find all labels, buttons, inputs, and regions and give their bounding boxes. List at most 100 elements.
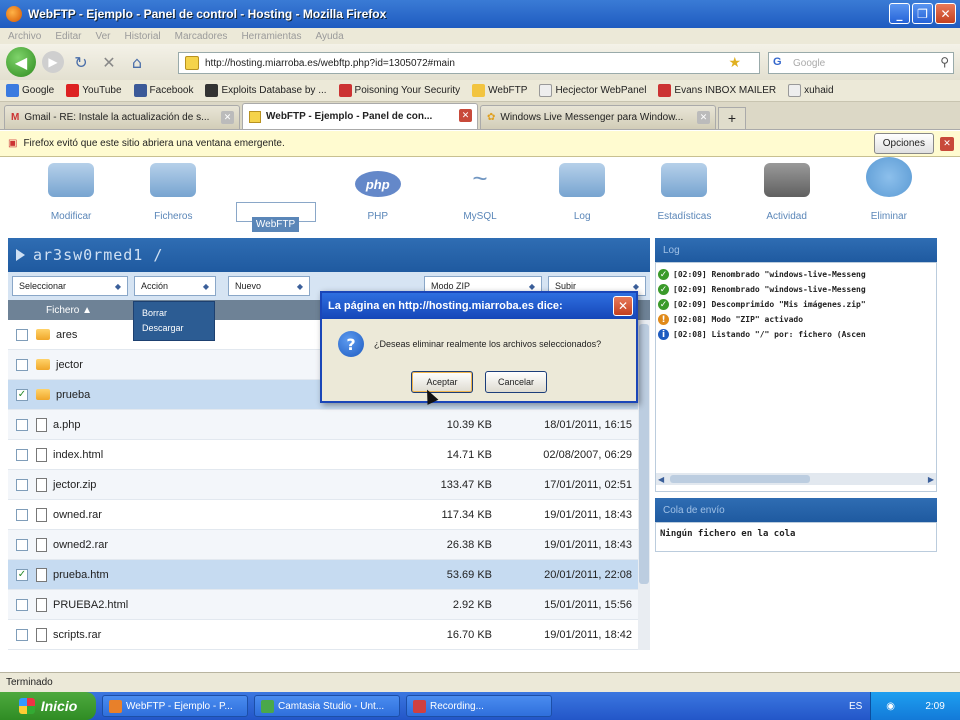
table-row[interactable]: jector.zip 133.47 KB 17/01/2011, 02:51 xyxy=(8,470,650,500)
tool-php[interactable]: php PHP xyxy=(338,171,418,222)
menu-herramientas[interactable]: Herramientas xyxy=(241,31,301,42)
google-search-icon[interactable]: G xyxy=(773,56,782,68)
menu-marcadores[interactable]: Marcadores xyxy=(175,31,228,42)
close-window-button[interactable]: ✕ xyxy=(935,3,956,24)
tab-gmail[interactable]: M Gmail - RE: Instale la actualización de… xyxy=(4,105,240,129)
action-menu-descargar[interactable]: Descargar xyxy=(142,321,206,336)
file-name[interactable]: owned.rar xyxy=(53,509,353,521)
log-horizontal-scrollbar[interactable]: ◀ ▶ xyxy=(656,473,936,485)
menu-ayuda[interactable]: Ayuda xyxy=(315,31,343,42)
file-name[interactable]: jector xyxy=(56,359,356,371)
file-name[interactable]: owned2.rar xyxy=(53,539,353,551)
scrollbar-thumb[interactable] xyxy=(670,475,810,483)
close-tab-icon[interactable]: ✕ xyxy=(221,111,234,124)
tool-webftp[interactable]: WebFTP xyxy=(235,202,316,232)
menu-editar[interactable]: Editar xyxy=(55,31,81,42)
taskbar-item-firefox[interactable]: WebFTP - Ejemplo - P... xyxy=(102,695,248,717)
row-checkbox[interactable] xyxy=(16,448,28,461)
dialog-close-button[interactable]: ✕ xyxy=(613,296,633,316)
row-checkbox[interactable] xyxy=(16,418,28,431)
file-name[interactable]: index.html xyxy=(53,449,353,461)
start-button[interactable]: Inicio xyxy=(0,692,96,720)
scroll-left-icon[interactable]: ◀ xyxy=(658,475,664,484)
tool-log[interactable]: Log xyxy=(542,163,622,222)
bookmark-evans-inbox[interactable]: Evans INBOX MAILER xyxy=(658,84,776,97)
file-name[interactable]: prueba xyxy=(56,389,356,401)
minimize-button[interactable]: _ xyxy=(889,3,910,24)
new-dropdown[interactable]: Nuevo ◆ xyxy=(228,276,310,296)
row-checkbox[interactable] xyxy=(16,328,28,341)
tab-webftp[interactable]: WebFTP - Ejemplo - Panel de con... ✕ xyxy=(242,103,478,129)
row-checkbox[interactable]: ✓ xyxy=(16,388,28,401)
cancel-button[interactable]: Cancelar xyxy=(485,371,547,393)
menu-historial[interactable]: Historial xyxy=(125,31,161,42)
row-checkbox[interactable] xyxy=(16,358,28,371)
close-tab-icon[interactable]: ✕ xyxy=(697,111,710,124)
reload-icon[interactable]: ↻ xyxy=(70,53,92,72)
table-row[interactable]: ✓ prueba.htm 53.69 KB 20/01/2011, 22:08 xyxy=(8,560,650,590)
tray-icon[interactable]: ◉ xyxy=(886,701,895,712)
forward-button[interactable]: ▶ xyxy=(42,51,64,73)
home-icon[interactable]: ⌂ xyxy=(126,53,148,72)
select-dropdown[interactable]: Seleccionar ◆ xyxy=(12,276,128,296)
close-tab-icon[interactable]: ✕ xyxy=(459,109,472,122)
search-icon[interactable]: ⚲ xyxy=(940,55,949,69)
bookmark-xuhaid[interactable]: xuhaid xyxy=(788,84,834,97)
scrollbar-thumb[interactable] xyxy=(639,324,649,584)
file-name[interactable]: jector.zip xyxy=(53,479,353,491)
bookmark-star-icon[interactable]: ★ xyxy=(728,55,741,71)
file-icon xyxy=(36,447,47,462)
language-indicator[interactable]: ES xyxy=(849,701,862,712)
back-button[interactable]: ◀ xyxy=(6,47,36,77)
file-name[interactable]: prueba.htm xyxy=(53,569,353,581)
action-dropdown[interactable]: Acción ◆ xyxy=(134,276,216,296)
bookmark-webftp[interactable]: WebFTP xyxy=(472,84,527,97)
file-name[interactable]: PRUEBA2.html xyxy=(53,599,353,611)
bookmark-facebook[interactable]: Facebook xyxy=(133,84,193,97)
bookmark-poisoning[interactable]: Poisoning Your Security xyxy=(338,84,460,97)
row-checkbox[interactable] xyxy=(16,598,28,611)
stop-icon[interactable]: ✕ xyxy=(98,53,120,72)
action-menu-borrar[interactable]: Borrar xyxy=(142,306,206,321)
row-checkbox[interactable] xyxy=(16,628,28,641)
search-input[interactable]: G Google ⚲ xyxy=(768,52,954,74)
tab-messenger[interactable]: ✿ Windows Live Messenger para Window... ✕ xyxy=(480,105,716,129)
tool-eliminar[interactable]: Eliminar xyxy=(849,157,929,222)
current-path: ar3sw0rmed1 / xyxy=(33,246,164,264)
new-tab-button[interactable]: + xyxy=(718,107,746,129)
maximize-button[interactable]: ❐ xyxy=(912,3,933,24)
close-notification-icon[interactable]: ✕ xyxy=(940,137,954,151)
dropdown-arrow-icon: ◆ xyxy=(114,281,121,291)
accept-button[interactable]: Aceptar xyxy=(411,371,473,393)
tool-mysql[interactable]: ~ MySQL xyxy=(440,163,520,222)
taskbar-item-recording[interactable]: Recording... xyxy=(406,695,552,717)
row-checkbox[interactable]: ✓ xyxy=(16,568,28,581)
tool-actividad[interactable]: Actividad xyxy=(747,163,827,222)
table-row[interactable]: a.php 10.39 KB 18/01/2011, 16:15 xyxy=(8,410,650,440)
tool-modificar[interactable]: Modificar xyxy=(31,163,111,222)
info-icon: i xyxy=(658,329,669,340)
table-row[interactable]: scripts.rar 16.70 KB 19/01/2011, 18:42 xyxy=(8,620,650,650)
file-name[interactable]: a.php xyxy=(53,419,353,431)
tool-ficheros[interactable]: Ficheros xyxy=(133,163,213,222)
file-name[interactable]: scripts.rar xyxy=(53,629,353,641)
row-checkbox[interactable] xyxy=(16,508,28,521)
row-checkbox[interactable] xyxy=(16,478,28,491)
table-row[interactable]: owned2.rar 26.38 KB 19/01/2011, 18:43 xyxy=(8,530,650,560)
taskbar-item-camtasia[interactable]: Camtasia Studio - Unt... xyxy=(254,695,400,717)
table-row[interactable]: index.html 14.71 KB 02/08/2007, 06:29 xyxy=(8,440,650,470)
scroll-right-icon[interactable]: ▶ xyxy=(928,475,934,484)
bookmark-exploits-db[interactable]: Exploits Database by ... xyxy=(205,84,327,97)
row-checkbox[interactable] xyxy=(16,538,28,551)
table-row[interactable]: PRUEBA2.html 2.92 KB 15/01/2011, 15:56 xyxy=(8,590,650,620)
table-row[interactable]: owned.rar 117.34 KB 19/01/2011, 18:43 xyxy=(8,500,650,530)
address-bar[interactable]: http://hosting.miarroba.es/webftp.php?id… xyxy=(178,52,760,74)
bookmark-google[interactable]: Google xyxy=(6,84,54,97)
options-button[interactable]: Opciones xyxy=(873,133,934,154)
menu-archivo[interactable]: Archivo xyxy=(8,31,41,42)
bookmark-hecjector[interactable]: Hecjector WebPanel xyxy=(539,84,646,97)
bookmark-youtube[interactable]: YouTube xyxy=(66,84,122,97)
menu-ver[interactable]: Ver xyxy=(95,31,110,42)
tool-estadisticas[interactable]: Estadísticas xyxy=(644,163,724,222)
file-list-scrollbar[interactable] xyxy=(638,320,650,650)
